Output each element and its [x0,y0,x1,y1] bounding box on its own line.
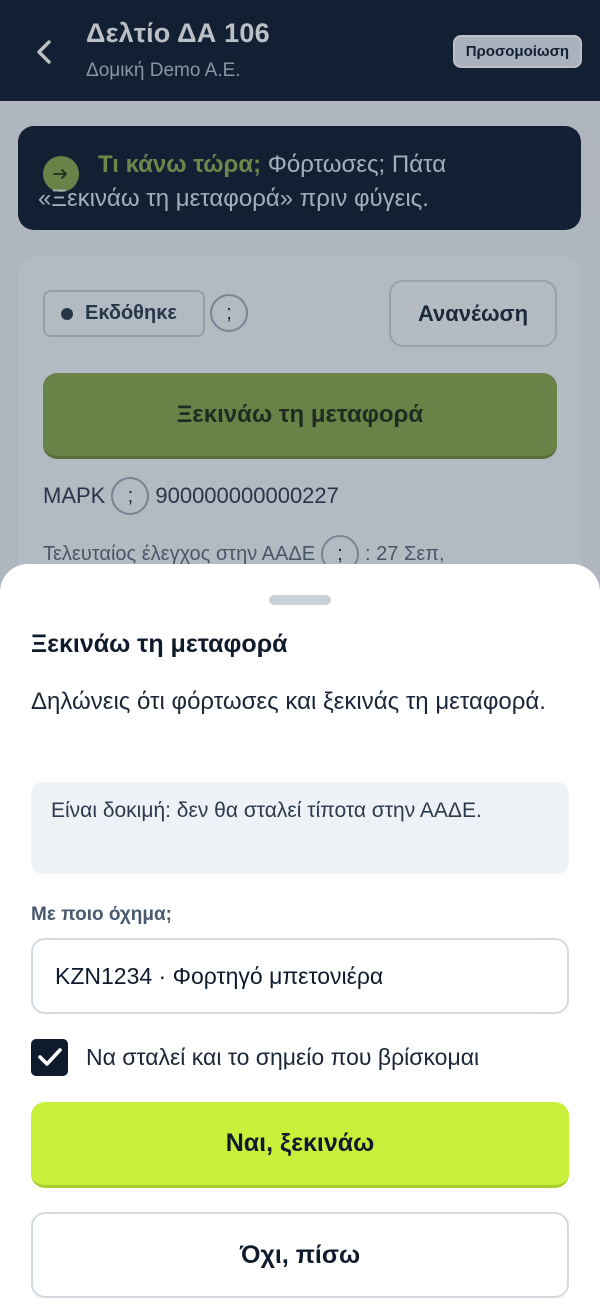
start-transport-sheet: Ξεκινάω τη μεταφορά Δηλώνεις ότι φόρτωσε… [0,564,600,1298]
test-mode-notice: Είναι δοκιμή: δεν θα σταλεί τίποτα στην … [31,782,569,874]
vehicle-select[interactable]: KZN1234 · Φορτηγό μπετονιέρα [31,938,569,1014]
send-location-checkbox[interactable] [31,1038,68,1076]
cancel-button[interactable]: Όχι, πίσω [31,1212,569,1298]
send-location-label: Να σταλεί και το σημείο που βρίσκομαι [86,1043,480,1070]
sheet-drag-handle[interactable] [269,595,331,605]
sheet-title: Ξεκινάω τη μεταφορά [31,630,288,658]
checkmark-icon [37,1048,62,1066]
sheet-description: Δηλώνεις ότι φόρτωσες και ξεκινάς τη μετ… [31,688,546,715]
send-location-row[interactable]: Να σταλεί και το σημείο που βρίσκομαι [31,1038,479,1076]
vehicle-label: Με ποιο όχημα; [31,904,173,925]
confirm-start-button[interactable]: Ναι, ξεκινάω [31,1102,569,1188]
